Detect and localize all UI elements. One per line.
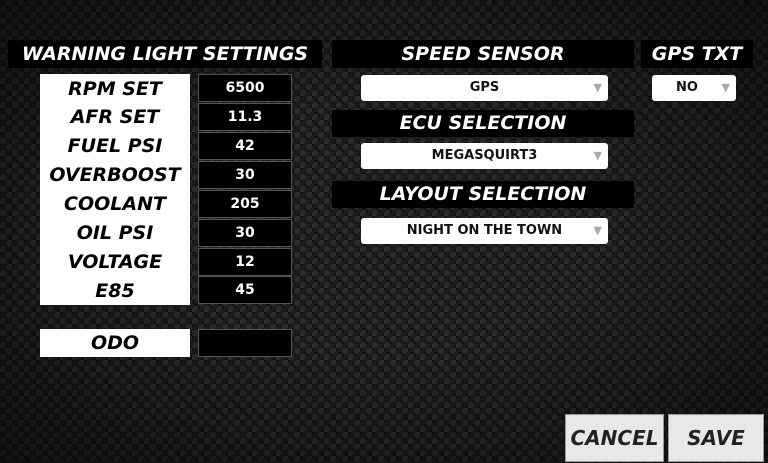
chevron-down-icon: ▼: [721, 81, 730, 94]
afr-set-input[interactable]: 11.3: [198, 103, 292, 131]
layout-selection-dropdown[interactable]: NIGHT ON THE TOWN ▼: [361, 218, 608, 244]
chevron-down-icon: ▼: [593, 149, 602, 162]
chevron-down-icon: ▼: [593, 81, 602, 94]
coolant-input[interactable]: 205: [198, 190, 292, 218]
gps-txt-title: GPS TXT: [641, 40, 753, 68]
oil-psi-input[interactable]: 30: [198, 219, 292, 247]
warning-settings-title: WARNING LIGHT SETTINGS: [8, 40, 322, 68]
label-odo: ODO: [40, 329, 190, 357]
ecu-selection-dropdown[interactable]: MEGASQUIRT3 ▼: [361, 143, 608, 169]
label-e85: E85: [40, 277, 190, 305]
label-afr-set: AFR SET: [40, 103, 190, 131]
label-coolant: COOLANT: [40, 190, 190, 218]
label-voltage: VOLTAGE: [40, 248, 190, 276]
chevron-down-icon: ▼: [593, 224, 602, 237]
layout-selection-value: NIGHT ON THE TOWN: [406, 223, 563, 238]
voltage-input[interactable]: 12: [198, 248, 292, 276]
ecu-selection-value: MEGASQUIRT3: [431, 148, 538, 163]
layout-selection-title: LAYOUT SELECTION: [332, 181, 634, 208]
label-overboost: OVERBOOST: [40, 161, 190, 189]
speed-sensor-title: SPEED SENSOR: [332, 40, 634, 68]
odo-input[interactable]: [198, 329, 292, 357]
label-rpm-set: RPM SET: [40, 75, 190, 103]
gps-txt-value: NO: [676, 80, 698, 95]
e85-input[interactable]: 45: [198, 276, 292, 304]
speed-sensor-value: GPS: [469, 80, 500, 95]
cancel-button[interactable]: CANCEL: [565, 414, 664, 462]
speed-sensor-dropdown[interactable]: GPS ▼: [361, 75, 608, 101]
gps-txt-dropdown[interactable]: NO ▼: [652, 75, 736, 101]
save-button[interactable]: SAVE: [668, 414, 764, 462]
fuel-psi-input[interactable]: 42: [198, 132, 292, 160]
overboost-input[interactable]: 30: [198, 161, 292, 189]
label-fuel-psi: FUEL PSI: [40, 132, 190, 160]
label-oil-psi: OIL PSI: [40, 219, 190, 247]
rpm-set-input[interactable]: 6500: [198, 74, 292, 102]
ecu-selection-title: ECU SELECTION: [332, 110, 634, 137]
